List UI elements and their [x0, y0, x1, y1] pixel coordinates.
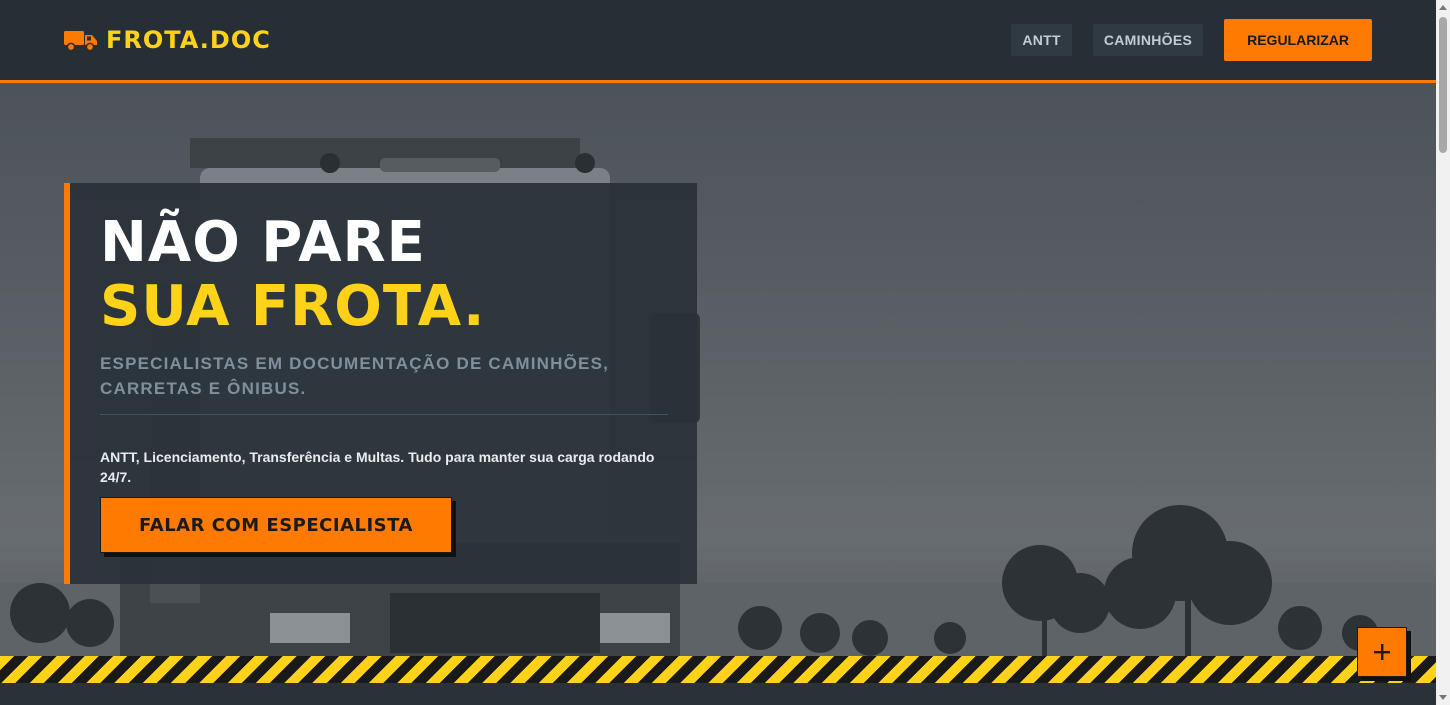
scroll-down-arrow[interactable]	[1439, 695, 1447, 700]
hazard-stripes	[0, 656, 1436, 683]
hero-subtitle: ESPECIALISTAS EM DOCUMENTAÇÃO DE CAMINHÕ…	[100, 354, 610, 398]
page-scrollbar[interactable]	[1436, 0, 1450, 705]
hero-section: NÃO PARE SUA FROTA. ESPECIALISTAS EM DOC…	[0, 83, 1436, 656]
hero-card: NÃO PARE SUA FROTA. ESPECIALISTAS EM DOC…	[64, 183, 697, 584]
regularizar-button[interactable]: REGULARIZAR	[1224, 19, 1372, 61]
scroll-thumb[interactable]	[1439, 17, 1447, 153]
hero-title-line2: SUA FROTA.	[100, 274, 486, 339]
nav-link-caminhoes[interactable]: CAMINHÕES	[1092, 24, 1204, 56]
scroll-up-arrow[interactable]	[1439, 5, 1447, 10]
main-nav: ANTT CAMINHÕES REGULARIZAR	[990, 19, 1372, 61]
brand-name: FROTA.DOC	[106, 26, 271, 54]
plus-icon	[1374, 644, 1390, 660]
floating-action-button[interactable]	[1357, 627, 1407, 677]
divider	[100, 414, 668, 415]
truck-icon	[64, 31, 97, 52]
hero-title-line1: NÃO PARE	[100, 210, 426, 275]
next-section	[0, 683, 1436, 705]
site-header: FROTA.DOC ANTT CAMINHÕES REGULARIZAR	[0, 0, 1436, 83]
talk-to-specialist-button[interactable]: FALAR COM ESPECIALISTA	[100, 497, 452, 553]
hero-title: NÃO PARE SUA FROTA.	[100, 211, 485, 339]
hero-description: ANTT, Licenciamento, Transferência e Mul…	[100, 449, 655, 485]
logo[interactable]: FROTA.DOC	[64, 26, 271, 54]
nav-link-antt[interactable]: ANTT	[1011, 24, 1072, 56]
